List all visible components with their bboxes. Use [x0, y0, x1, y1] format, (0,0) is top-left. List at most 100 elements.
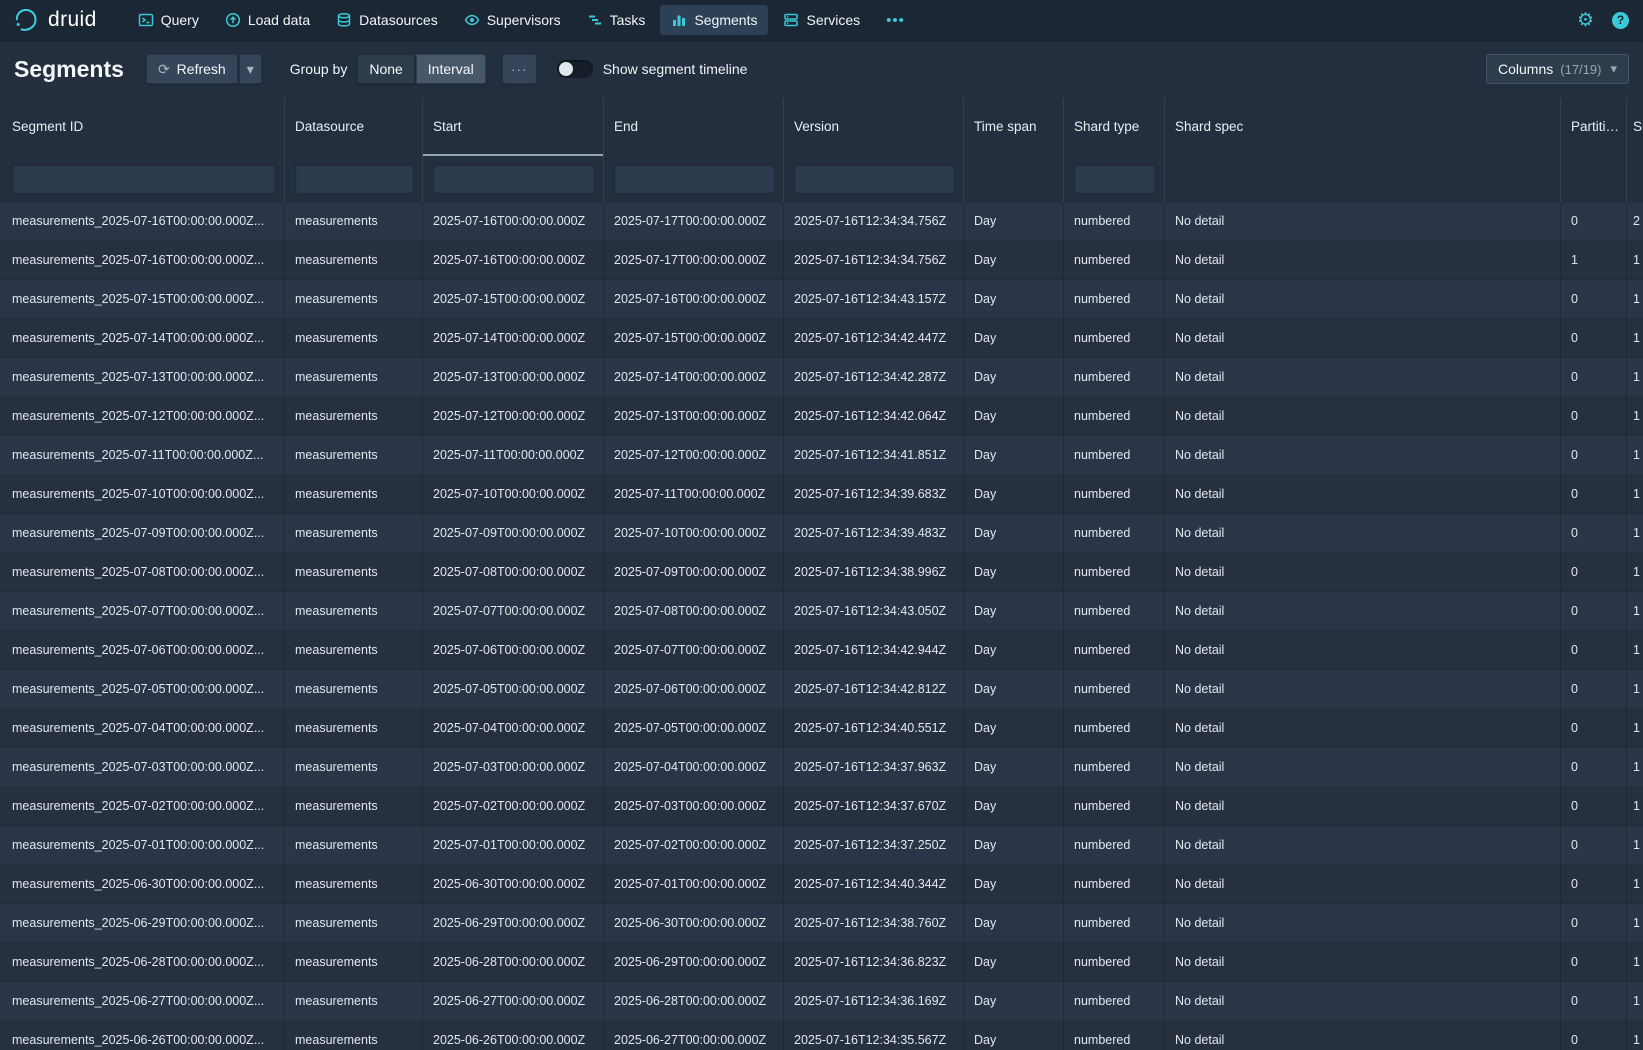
cell-size[interactable]: 2	[1627, 202, 1643, 241]
cell-size[interactable]: 1	[1627, 670, 1643, 709]
cell-shard_type[interactable]: numbered	[1064, 202, 1165, 241]
cell-shard_spec[interactable]: No detail	[1165, 631, 1561, 670]
cell-start[interactable]: 2025-07-04T00:00:00.000Z	[423, 709, 604, 748]
cell-end[interactable]: 2025-07-16T00:00:00.000Z	[604, 280, 784, 319]
cell-partition[interactable]: 0	[1561, 865, 1627, 904]
cell-datasource[interactable]: measurements	[285, 475, 423, 514]
column-header-version[interactable]: Version	[784, 98, 964, 156]
cell-datasource[interactable]: measurements	[285, 943, 423, 982]
cell-size[interactable]: 1	[1627, 982, 1643, 1021]
cell-start[interactable]: 2025-07-05T00:00:00.000Z	[423, 670, 604, 709]
cell-size[interactable]: 1	[1627, 826, 1643, 865]
cell-datasource[interactable]: measurements	[285, 592, 423, 631]
cell-datasource[interactable]: measurements	[285, 241, 423, 280]
cell-shard_spec[interactable]: No detail	[1165, 436, 1561, 475]
cell-end[interactable]: 2025-07-02T00:00:00.000Z	[604, 826, 784, 865]
cell-segment_id[interactable]: measurements_2025-06-28T00:00:00.000Z...	[0, 943, 285, 982]
cell-start[interactable]: 2025-07-06T00:00:00.000Z	[423, 631, 604, 670]
cell-start[interactable]: 2025-07-10T00:00:00.000Z	[423, 475, 604, 514]
column-header-partition[interactable]: Partition	[1561, 98, 1627, 156]
cell-time_span[interactable]: Day	[964, 319, 1064, 358]
cell-end[interactable]: 2025-07-06T00:00:00.000Z	[604, 670, 784, 709]
refresh-button[interactable]: ⟳ Refresh	[146, 54, 238, 84]
cell-segment_id[interactable]: measurements_2025-07-06T00:00:00.000Z...	[0, 631, 285, 670]
cell-start[interactable]: 2025-06-30T00:00:00.000Z	[423, 865, 604, 904]
cell-version[interactable]: 2025-07-16T12:34:35.567Z	[784, 1021, 964, 1050]
cell-end[interactable]: 2025-06-27T00:00:00.000Z	[604, 1021, 784, 1050]
cell-version[interactable]: 2025-07-16T12:34:40.551Z	[784, 709, 964, 748]
column-header-shard_spec[interactable]: Shard spec	[1165, 98, 1561, 156]
cell-time_span[interactable]: Day	[964, 358, 1064, 397]
cell-time_span[interactable]: Day	[964, 475, 1064, 514]
cell-end[interactable]: 2025-06-28T00:00:00.000Z	[604, 982, 784, 1021]
cell-segment_id[interactable]: measurements_2025-07-12T00:00:00.000Z...	[0, 397, 285, 436]
cell-partition[interactable]: 0	[1561, 280, 1627, 319]
cell-size[interactable]: 1	[1627, 592, 1643, 631]
cell-shard_spec[interactable]: No detail	[1165, 202, 1561, 241]
cell-segment_id[interactable]: measurements_2025-07-10T00:00:00.000Z...	[0, 475, 285, 514]
cell-datasource[interactable]: measurements	[285, 982, 423, 1021]
cell-size[interactable]: 1	[1627, 241, 1643, 280]
cell-shard_type[interactable]: numbered	[1064, 982, 1165, 1021]
cell-shard_spec[interactable]: No detail	[1165, 709, 1561, 748]
cell-datasource[interactable]: measurements	[285, 748, 423, 787]
cell-datasource[interactable]: measurements	[285, 826, 423, 865]
group-by-interval-button[interactable]: Interval	[416, 54, 486, 84]
cell-shard_type[interactable]: numbered	[1064, 748, 1165, 787]
cell-size[interactable]: 1	[1627, 553, 1643, 592]
cell-size[interactable]: 1	[1627, 1021, 1643, 1050]
cell-start[interactable]: 2025-06-26T00:00:00.000Z	[423, 1021, 604, 1050]
cell-shard_spec[interactable]: No detail	[1165, 748, 1561, 787]
cell-shard_type[interactable]: numbered	[1064, 280, 1165, 319]
column-header-shard_type[interactable]: Shard type	[1064, 98, 1165, 156]
cell-shard_type[interactable]: numbered	[1064, 358, 1165, 397]
cell-shard_spec[interactable]: No detail	[1165, 1021, 1561, 1050]
cell-partition[interactable]: 0	[1561, 514, 1627, 553]
cell-version[interactable]: 2025-07-16T12:34:42.287Z	[784, 358, 964, 397]
cell-time_span[interactable]: Day	[964, 826, 1064, 865]
nav-item-supervisors[interactable]: Supervisors	[453, 5, 572, 35]
nav-item-tasks[interactable]: Tasks	[576, 5, 657, 35]
cell-start[interactable]: 2025-07-09T00:00:00.000Z	[423, 514, 604, 553]
cell-segment_id[interactable]: measurements_2025-07-04T00:00:00.000Z...	[0, 709, 285, 748]
cell-partition[interactable]: 0	[1561, 397, 1627, 436]
cell-datasource[interactable]: measurements	[285, 397, 423, 436]
cell-end[interactable]: 2025-07-13T00:00:00.000Z	[604, 397, 784, 436]
cell-partition[interactable]: 0	[1561, 202, 1627, 241]
cell-size[interactable]: 1	[1627, 280, 1643, 319]
cell-size[interactable]: 1	[1627, 631, 1643, 670]
cell-segment_id[interactable]: measurements_2025-07-01T00:00:00.000Z...	[0, 826, 285, 865]
cell-segment_id[interactable]: measurements_2025-07-14T00:00:00.000Z...	[0, 319, 285, 358]
cell-size[interactable]: 1	[1627, 475, 1643, 514]
cell-segment_id[interactable]: measurements_2025-06-29T00:00:00.000Z...	[0, 904, 285, 943]
cell-datasource[interactable]: measurements	[285, 631, 423, 670]
help-icon[interactable]: ?	[1612, 12, 1629, 29]
cell-shard_spec[interactable]: No detail	[1165, 319, 1561, 358]
cell-version[interactable]: 2025-07-16T12:34:38.996Z	[784, 553, 964, 592]
cell-end[interactable]: 2025-07-04T00:00:00.000Z	[604, 748, 784, 787]
cell-datasource[interactable]: measurements	[285, 358, 423, 397]
filter-input-start[interactable]	[433, 164, 595, 194]
cell-shard_spec[interactable]: No detail	[1165, 358, 1561, 397]
cell-start[interactable]: 2025-07-02T00:00:00.000Z	[423, 787, 604, 826]
cell-shard_spec[interactable]: No detail	[1165, 241, 1561, 280]
cell-partition[interactable]: 0	[1561, 904, 1627, 943]
cell-segment_id[interactable]: measurements_2025-07-16T00:00:00.000Z...	[0, 241, 285, 280]
cell-end[interactable]: 2025-07-12T00:00:00.000Z	[604, 436, 784, 475]
cell-shard_spec[interactable]: No detail	[1165, 865, 1561, 904]
cell-end[interactable]: 2025-07-17T00:00:00.000Z	[604, 241, 784, 280]
cell-shard_spec[interactable]: No detail	[1165, 553, 1561, 592]
group-by-none-button[interactable]: None	[357, 54, 414, 84]
cell-segment_id[interactable]: measurements_2025-07-15T00:00:00.000Z...	[0, 280, 285, 319]
cell-time_span[interactable]: Day	[964, 982, 1064, 1021]
cell-end[interactable]: 2025-07-07T00:00:00.000Z	[604, 631, 784, 670]
cell-datasource[interactable]: measurements	[285, 280, 423, 319]
cell-partition[interactable]: 0	[1561, 748, 1627, 787]
cell-end[interactable]: 2025-07-03T00:00:00.000Z	[604, 787, 784, 826]
nav-item-segments[interactable]: Segments	[660, 5, 768, 35]
cell-partition[interactable]: 0	[1561, 943, 1627, 982]
nav-item-datasources[interactable]: Datasources	[325, 5, 449, 35]
cell-start[interactable]: 2025-06-27T00:00:00.000Z	[423, 982, 604, 1021]
cell-end[interactable]: 2025-06-29T00:00:00.000Z	[604, 943, 784, 982]
cell-end[interactable]: 2025-07-09T00:00:00.000Z	[604, 553, 784, 592]
